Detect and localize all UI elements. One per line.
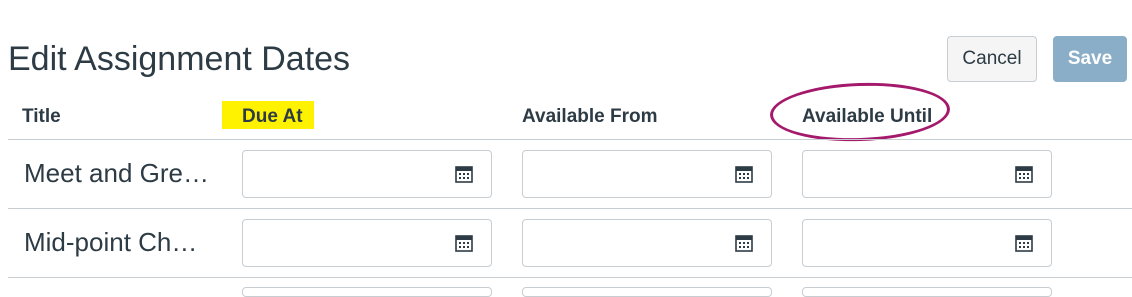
available-until-input[interactable] (802, 287, 1052, 297)
due-at-input[interactable] (242, 219, 492, 267)
annotation-circle (769, 79, 951, 145)
row-title: Mid-point Ch… (24, 227, 198, 257)
row-title: Meet and Gre… (24, 158, 209, 188)
available-until-input[interactable] (802, 219, 1052, 267)
calendar-icon[interactable] (455, 234, 473, 252)
row-divider (8, 277, 1132, 278)
save-button[interactable]: Save (1053, 36, 1127, 82)
header-divider (8, 139, 1132, 140)
column-header-due-at: Due At (242, 106, 303, 127)
column-header-title: Title (22, 106, 61, 127)
calendar-icon[interactable] (735, 234, 753, 252)
page-title: Edit Assignment Dates (8, 40, 351, 78)
cancel-button[interactable]: Cancel (947, 36, 1037, 82)
due-at-input[interactable] (242, 150, 492, 198)
due-at-input[interactable] (242, 287, 492, 297)
column-header-available-from: Available From (522, 106, 658, 127)
available-from-input[interactable] (522, 219, 772, 267)
calendar-icon[interactable] (735, 165, 753, 183)
calendar-icon[interactable] (1015, 234, 1033, 252)
available-until-input[interactable] (802, 150, 1052, 198)
available-from-input[interactable] (522, 150, 772, 198)
calendar-icon[interactable] (455, 165, 473, 183)
row-divider (8, 208, 1132, 209)
calendar-icon[interactable] (1015, 165, 1033, 183)
available-from-input[interactable] (522, 287, 772, 297)
